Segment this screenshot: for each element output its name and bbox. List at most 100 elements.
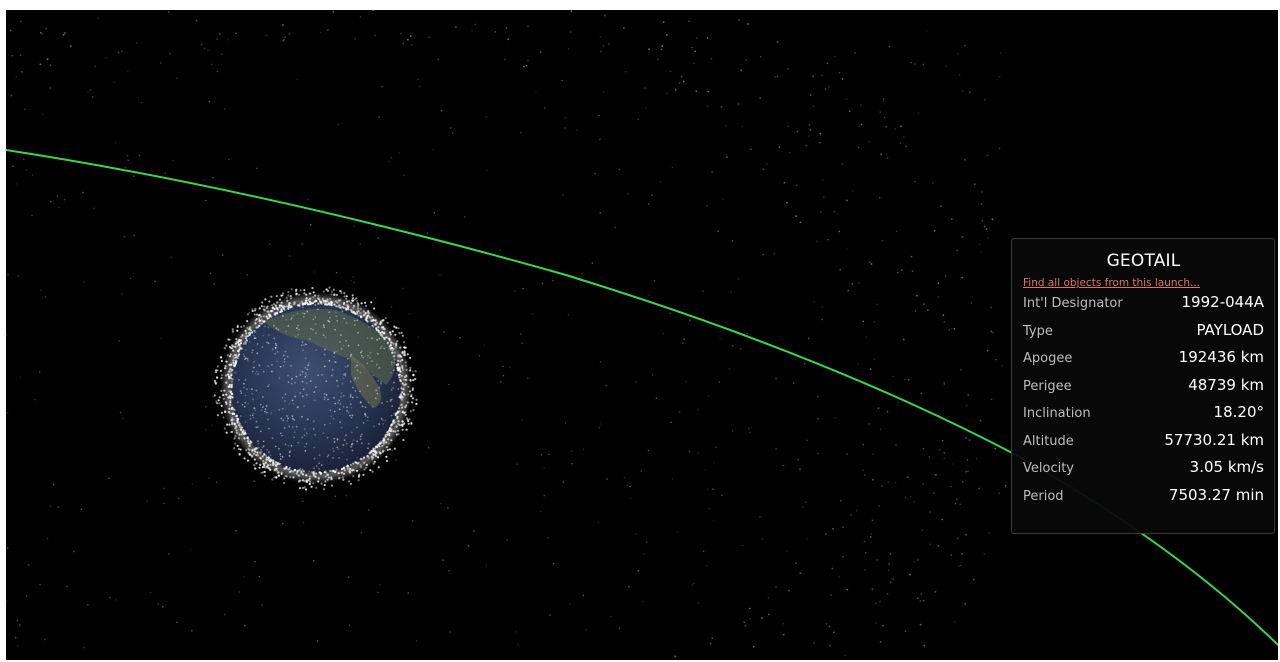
debris-dot xyxy=(327,302,331,305)
debris-dot xyxy=(296,406,299,409)
debris-dot xyxy=(247,451,250,454)
debris-dot xyxy=(943,383,946,385)
debris-dot xyxy=(914,63,916,65)
debris-dot xyxy=(328,359,331,362)
debris-dot xyxy=(953,327,956,330)
debris-dot xyxy=(943,457,946,460)
debris-dot xyxy=(312,328,314,331)
debris-dot xyxy=(367,442,370,445)
debris-dot xyxy=(326,436,329,439)
debris-dot xyxy=(868,423,870,425)
debris-dot xyxy=(34,398,37,401)
debris-dot xyxy=(405,417,409,420)
debris-dot xyxy=(697,451,699,454)
debris-dot xyxy=(255,390,258,392)
debris-dot xyxy=(969,91,971,94)
debris-dot xyxy=(276,469,279,472)
debris-dot xyxy=(832,528,834,530)
debris-dot xyxy=(952,463,955,465)
detail-value: 48739 km xyxy=(1188,375,1264,394)
debris-dot xyxy=(233,437,236,440)
debris-dot xyxy=(361,354,363,357)
debris-dot xyxy=(6,547,9,549)
debris-dot xyxy=(669,312,672,315)
debris-dot xyxy=(802,506,804,508)
debris-dot xyxy=(569,31,572,33)
debris-dot xyxy=(400,331,403,334)
debris-dot xyxy=(261,396,264,398)
debris-dot xyxy=(389,333,392,336)
debris-dot xyxy=(826,62,829,65)
debris-dot xyxy=(342,444,345,446)
debris-dot xyxy=(886,157,889,160)
debris-dot xyxy=(350,416,353,419)
debris-dot xyxy=(237,353,240,356)
debris-dot xyxy=(334,402,337,405)
debris-dot xyxy=(629,497,632,500)
debris-dot xyxy=(374,447,377,450)
debris-dot xyxy=(442,559,444,561)
debris-dot xyxy=(284,400,286,402)
debris-dot xyxy=(392,430,395,433)
debris-dot xyxy=(712,488,714,490)
debris-dot xyxy=(342,377,345,380)
debris-dot xyxy=(293,436,295,439)
debris-dot xyxy=(526,377,529,379)
debris-dot xyxy=(253,313,256,316)
debris-dot xyxy=(265,315,268,318)
debris-dot xyxy=(284,443,287,446)
debris-dot xyxy=(189,548,192,551)
debris-dot xyxy=(370,455,373,458)
debris-dot xyxy=(799,468,801,471)
debris-dot xyxy=(109,596,111,599)
debris-dot xyxy=(249,440,252,443)
find-launch-objects-link[interactable]: Find all objects from this launch... xyxy=(1023,277,1264,289)
debris-dot xyxy=(292,402,295,405)
debris-dot xyxy=(318,462,321,465)
debris-dot xyxy=(334,495,337,498)
debris-dot xyxy=(973,578,975,581)
detail-row-altitude: Altitude 57730.21 km xyxy=(1023,431,1264,459)
debris-dot xyxy=(231,423,234,426)
debris-dot xyxy=(920,593,923,595)
debris-dot xyxy=(279,458,282,460)
debris-dot xyxy=(961,90,964,92)
debris-dot xyxy=(290,288,293,291)
debris-dot xyxy=(666,92,668,95)
debris-dot xyxy=(208,100,211,103)
debris-dot xyxy=(788,589,790,592)
debris-dot xyxy=(345,442,348,445)
debris-dot xyxy=(833,210,836,213)
debris-dot xyxy=(280,310,283,313)
debris-dot xyxy=(688,450,691,453)
debris-dot xyxy=(395,433,398,436)
debris-dot xyxy=(349,380,352,383)
debris-dot xyxy=(127,70,129,72)
debris-dot xyxy=(354,389,357,392)
debris-dot xyxy=(352,306,355,309)
debris-dot xyxy=(285,475,288,478)
debris-dot xyxy=(773,252,776,255)
debris-dot xyxy=(306,368,309,371)
satellite-viewport[interactable]: GEOTAIL Find all objects from this launc… xyxy=(6,10,1278,660)
debris-dot xyxy=(983,225,986,228)
debris-dot xyxy=(320,482,323,485)
debris-dot xyxy=(345,295,348,298)
debris-dot xyxy=(287,417,289,420)
debris-dot xyxy=(379,347,382,350)
debris-dot xyxy=(297,441,300,444)
debris-dot xyxy=(251,331,254,334)
debris-dot xyxy=(981,220,984,222)
debris-dot xyxy=(702,550,705,552)
debris-dot xyxy=(164,172,166,174)
debris-dot xyxy=(830,594,832,596)
debris-dot xyxy=(409,356,412,359)
debris-dot xyxy=(176,176,179,179)
debris-dot xyxy=(220,389,223,392)
debris-dot xyxy=(269,459,272,462)
debris-dot xyxy=(390,414,393,417)
debris-dot xyxy=(330,304,333,307)
debris-dot xyxy=(809,94,812,96)
debris-dot xyxy=(922,303,925,306)
debris-dot xyxy=(335,293,338,296)
